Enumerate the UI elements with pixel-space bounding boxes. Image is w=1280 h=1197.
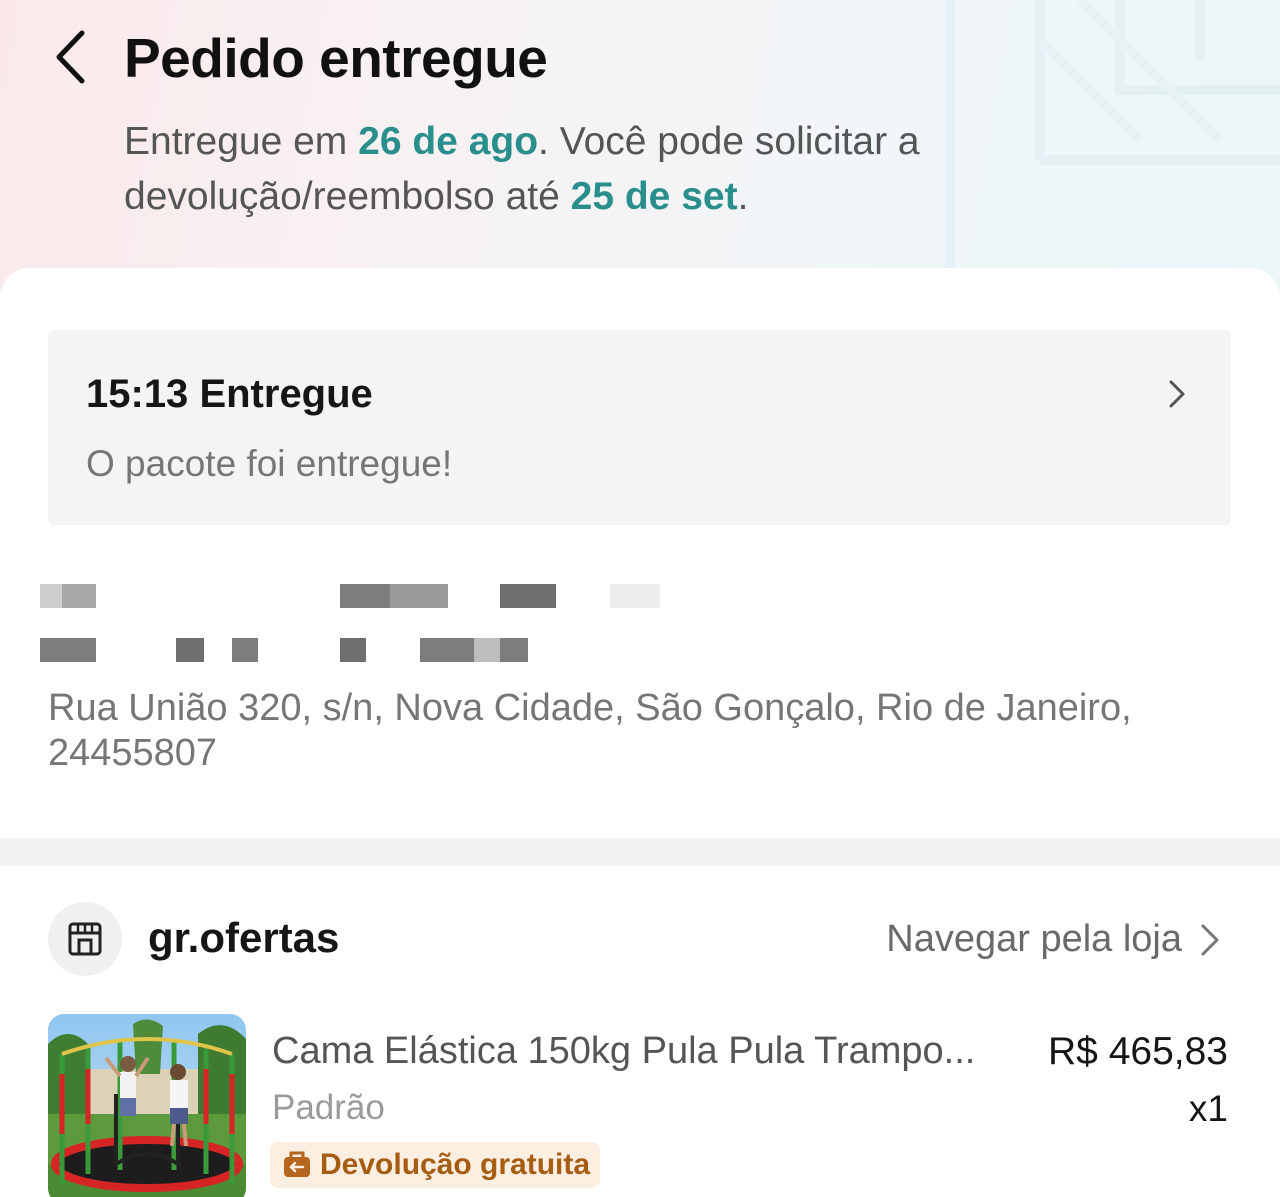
order-card: 15:13 Entregue O pacote foi entregue! Ru… bbox=[0, 268, 1280, 838]
redacted-recipient-name bbox=[40, 584, 680, 608]
status-message: O pacote foi entregue! bbox=[86, 443, 453, 484]
store-avatar[interactable] bbox=[48, 902, 122, 976]
store-icon bbox=[68, 922, 102, 956]
back-button[interactable] bbox=[42, 22, 98, 92]
status-time: 15:13 bbox=[86, 372, 189, 416]
product-variant: Padrão bbox=[272, 1088, 385, 1127]
browse-store-label: Navegar pela loja bbox=[886, 918, 1182, 960]
period: . bbox=[737, 175, 749, 218]
delivery-address: Rua União 320, s/n, Nova Cidade, São Gon… bbox=[48, 687, 1132, 774]
product-image[interactable] bbox=[48, 1014, 246, 1197]
browse-store-link[interactable]: Navegar pela loja bbox=[886, 918, 1220, 961]
redacted-recipient-phone bbox=[40, 638, 680, 662]
trampoline-photo bbox=[48, 1014, 246, 1197]
product-title[interactable]: Cama Elástica 150kg Pula Pula Trampo... bbox=[272, 1030, 1012, 1073]
free-return-badge: Devolução gratuita bbox=[270, 1142, 601, 1188]
header: Pedido entregue Entregue em 26 de ago. V… bbox=[0, 0, 1280, 280]
tracking-status-row[interactable]: 15:13 Entregue O pacote foi entregue! bbox=[48, 330, 1231, 525]
store-name[interactable]: gr.ofertas bbox=[148, 914, 339, 962]
page-title: Pedido entregue bbox=[124, 27, 548, 89]
chevron-right-icon bbox=[1169, 380, 1185, 408]
product-price: R$ 465,83 bbox=[1048, 1030, 1228, 1073]
delivered-date: 26 de ago bbox=[358, 120, 539, 163]
status-title: 15:13 Entregue bbox=[86, 372, 373, 417]
delivered-prefix: Entregue em bbox=[124, 120, 359, 163]
product-quantity: x1 bbox=[1188, 1088, 1228, 1129]
order-page: Pedido entregue Entregue em 26 de ago. V… bbox=[0, 0, 1280, 1197]
back-arrow-icon bbox=[56, 30, 85, 84]
return-box-icon bbox=[284, 1151, 310, 1177]
chevron-right-icon bbox=[1201, 924, 1219, 955]
delivery-summary: Entregue em 26 de ago. Você pode solicit… bbox=[124, 114, 1124, 224]
status-label: Entregue bbox=[199, 372, 373, 416]
store-section: gr.ofertas Navegar pela loja Cama Elásti… bbox=[0, 866, 1280, 1197]
badge-label: Devolução gratuita bbox=[320, 1148, 591, 1181]
return-deadline: 25 de set bbox=[570, 175, 738, 218]
section-divider bbox=[0, 838, 1280, 866]
